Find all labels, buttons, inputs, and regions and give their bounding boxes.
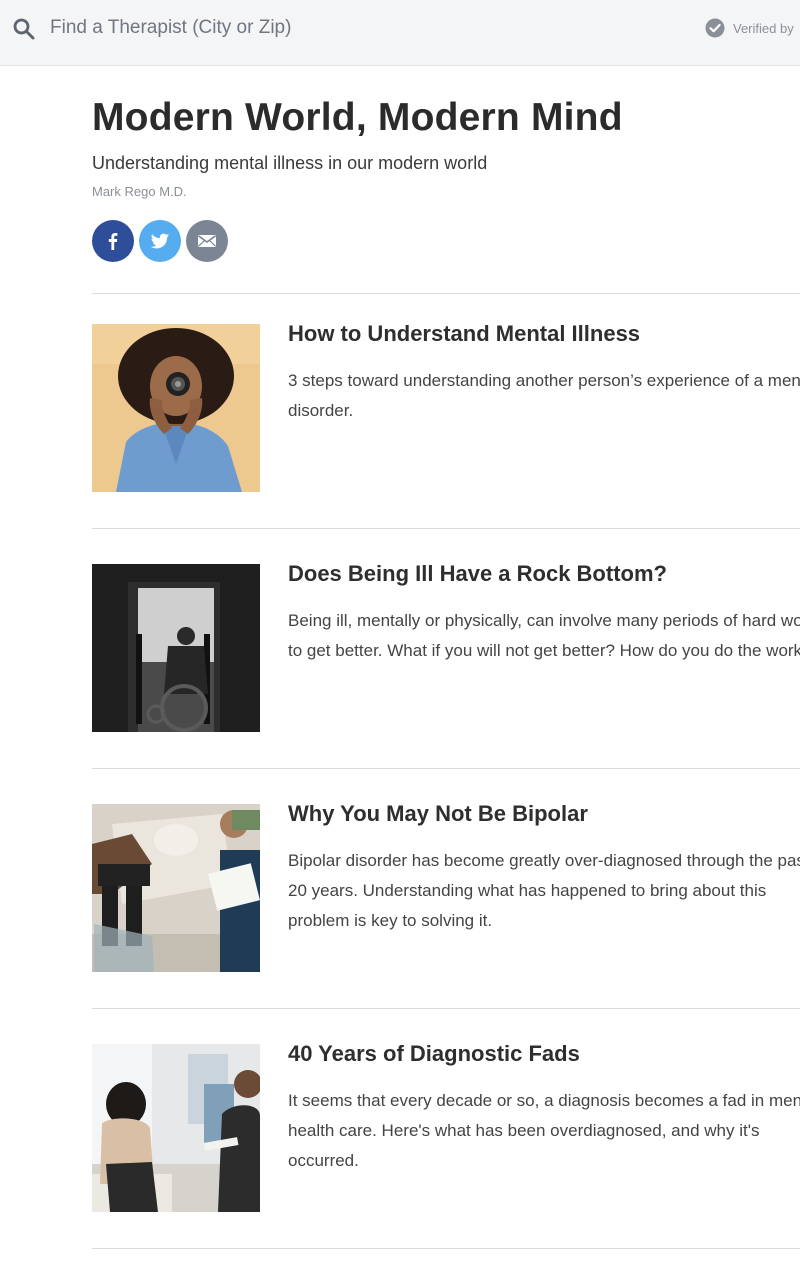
divider: [92, 293, 800, 294]
article-title[interactable]: 40 Years of Diagnostic Fads: [288, 1040, 580, 1068]
article-thumbnail[interactable]: [92, 804, 260, 972]
article-item[interactable]: 40 Years of Diagnostic Fads It seems tha…: [92, 1041, 800, 1214]
share-facebook-button[interactable]: [92, 220, 134, 262]
article-teaser: Bipolar disorder has become greatly over…: [288, 851, 800, 930]
divider: [92, 528, 800, 529]
twitter-icon: [150, 233, 170, 249]
email-icon: [198, 235, 216, 247]
therapist-search-input[interactable]: Find a Therapist (City or Zip): [50, 17, 291, 39]
divider: [92, 768, 800, 769]
share-buttons: [92, 220, 233, 262]
facebook-icon: [108, 233, 118, 250]
article-thumbnail[interactable]: [92, 1044, 260, 1212]
share-twitter-button[interactable]: [139, 220, 181, 262]
divider: [92, 1248, 800, 1249]
blog-subtitle: Understanding mental illness in our mode…: [92, 153, 488, 173]
verified-badge: Verified by: [705, 18, 794, 38]
top-bar: Find a Therapist (City or Zip) Verified …: [0, 0, 800, 66]
article-item[interactable]: Does Being Ill Have a Rock Bottom? Being…: [92, 561, 800, 734]
blog-title: Modern World, Modern Mind: [92, 96, 623, 139]
article-thumbnail[interactable]: [92, 324, 260, 492]
article-title[interactable]: Why You May Not Be Bipolar: [288, 800, 588, 828]
article-teaser: It seems that every decade or so, a diag…: [288, 1091, 800, 1170]
blog-header: Modern World, Modern Mind Understanding …: [92, 95, 792, 199]
share-email-button[interactable]: [186, 220, 228, 262]
article-title[interactable]: How to Understand Mental Illness: [288, 320, 640, 348]
search-icon[interactable]: [12, 17, 36, 41]
article-item[interactable]: Why You May Not Be Bipolar Bipolar disor…: [92, 801, 800, 974]
article-teaser: 3 steps toward understanding another per…: [288, 371, 800, 420]
article-item[interactable]: How to Understand Mental Illness 3 steps…: [92, 321, 800, 494]
verified-label: Verified by: [733, 20, 794, 36]
blog-author-link[interactable]: Mark Rego M.D.: [92, 184, 187, 199]
divider: [92, 1008, 800, 1009]
article-thumbnail[interactable]: [92, 564, 260, 732]
verified-check-icon: [705, 18, 725, 38]
article-title[interactable]: Does Being Ill Have a Rock Bottom?: [288, 560, 667, 588]
article-teaser: Being ill, mentally or physically, can i…: [288, 611, 800, 660]
